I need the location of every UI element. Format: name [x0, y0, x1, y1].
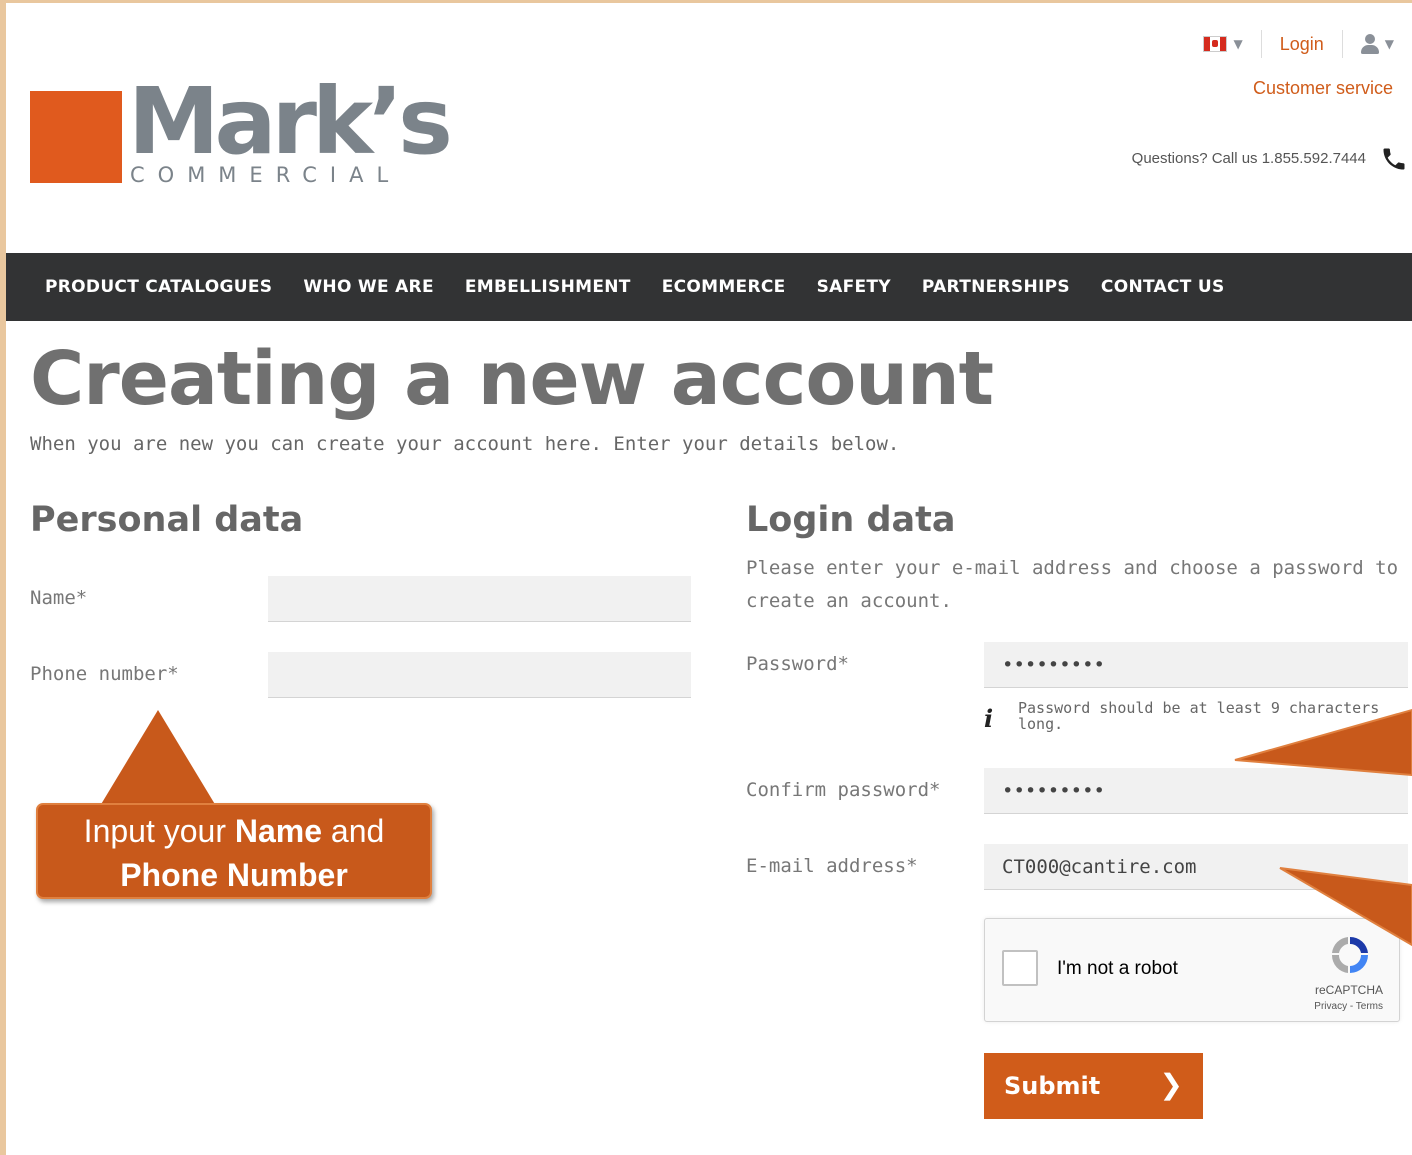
recaptcha-checkbox[interactable]: [1002, 950, 1038, 986]
login-link[interactable]: Login: [1280, 34, 1324, 55]
chevron-down-icon: ▼: [1384, 37, 1394, 51]
login-description: Please enter your e-mail address and cho…: [746, 557, 1399, 612]
callout-pointer: [100, 710, 216, 806]
logo-square: [30, 91, 122, 183]
personal-data-heading: Personal data: [30, 500, 304, 540]
name-label: Name*: [30, 587, 88, 609]
email-label: E-mail address*: [746, 855, 918, 877]
account-menu[interactable]: ▼: [1360, 34, 1394, 54]
page-intro: When you are new you can create your acc…: [30, 433, 900, 455]
questions-phone-text: Questions? Call us 1.855.592.7444: [1131, 150, 1366, 167]
top-utility-bar: ▼ Login ▼: [1203, 30, 1394, 58]
chevron-down-icon: ▼: [1233, 37, 1243, 51]
nav-contact-us[interactable]: CONTACT US: [1101, 277, 1225, 297]
confirm-password-label: Confirm password*: [746, 779, 941, 801]
callout-text-middle: and: [322, 813, 385, 849]
nav-ecommerce[interactable]: ECOMMERCE: [662, 277, 786, 297]
name-input[interactable]: [268, 576, 691, 622]
callout-text-prefix: Input your: [83, 813, 235, 849]
phone-label: Phone number*: [30, 663, 179, 685]
password-label: Password*: [746, 653, 849, 675]
callout-arrow-password: [1234, 708, 1412, 777]
country-selector[interactable]: ▼: [1203, 36, 1243, 52]
phone-icon: [1383, 148, 1405, 170]
callout-arrow-email: [1279, 867, 1412, 947]
info-icon: i: [984, 704, 994, 733]
recaptcha-brand: reCAPTCHA: [1314, 983, 1383, 997]
submit-label: Submit: [1004, 1072, 1101, 1100]
nav-embellishment[interactable]: EMBELLISHMENT: [465, 277, 631, 297]
logo-subtitle: COMMERCIAL: [130, 163, 402, 187]
callout-name-phone: Input your Name and Phone Number: [36, 803, 432, 899]
nav-product-catalogues[interactable]: PRODUCT CATALOGUES: [45, 277, 272, 297]
callout-text-bold-phone: Phone Number: [120, 857, 348, 893]
callout-arrows: [1234, 708, 1412, 947]
customer-service-link[interactable]: Customer service: [1253, 78, 1393, 99]
submit-button[interactable]: Submit ❯: [984, 1053, 1203, 1119]
divider: [1260, 30, 1262, 58]
phone-input[interactable]: [268, 652, 691, 698]
recaptcha-privacy-terms[interactable]: Privacy - Terms: [1314, 1001, 1383, 1012]
divider: [1341, 30, 1343, 58]
chevron-right-icon: ❯: [1159, 1068, 1183, 1101]
page-title: Creating a new account: [30, 336, 994, 422]
canada-flag-icon: [1203, 36, 1228, 52]
callout-text-bold-name: Name: [234, 813, 323, 849]
logo-wordmark: Mark’s: [128, 68, 453, 175]
password-input[interactable]: [984, 642, 1408, 688]
login-data-heading: Login data: [746, 500, 956, 540]
nav-safety[interactable]: SAFETY: [817, 277, 891, 297]
nav-partnerships[interactable]: PARTNERSHIPS: [922, 277, 1070, 297]
recaptcha-label: I'm not a robot: [1057, 958, 1178, 979]
user-icon: [1360, 34, 1379, 54]
nav-who-we-are[interactable]: WHO WE ARE: [303, 277, 434, 297]
main-navigation: PRODUCT CATALOGUES WHO WE ARE EMBELLISHM…: [6, 253, 1412, 321]
